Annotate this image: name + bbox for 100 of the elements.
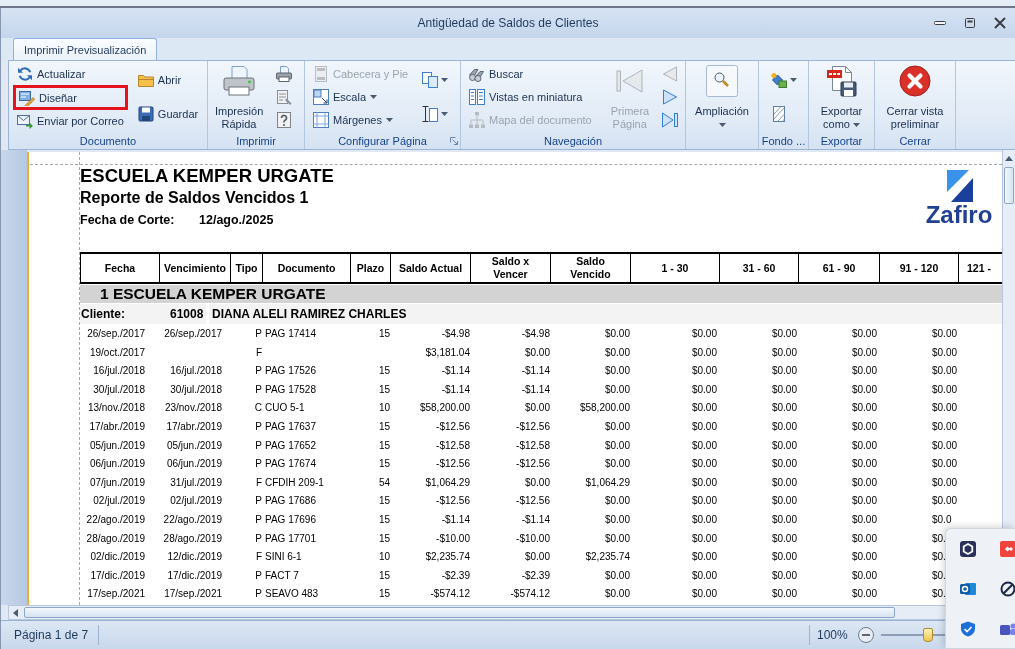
margins-button[interactable]: Márgenes	[309, 109, 413, 131]
diamond-app-icon[interactable]	[1000, 541, 1015, 557]
table-cell-text: 15	[377, 568, 391, 583]
table-cell-text: FACT 7	[264, 568, 300, 583]
table-cell-text: $0.00	[931, 475, 959, 490]
table-cell-text: $0.00	[850, 550, 878, 565]
table-cell-text: 02/jul./2019	[169, 494, 223, 509]
table-cell-text: $0.00	[931, 438, 959, 453]
thumbnails-button[interactable]: Vistas en miniatura	[465, 86, 596, 108]
table-cell-text: $0.00	[523, 401, 551, 416]
chat-app-icon[interactable]	[1000, 621, 1015, 637]
table-cell-text: -$1.14	[440, 512, 471, 527]
table-cell-text: P	[254, 438, 263, 453]
restore-icon	[965, 18, 975, 28]
table-cell-text: SEAVO 483	[264, 587, 320, 602]
report-title: Reporte de Saldos Vencidos 1	[80, 188, 310, 207]
page-wrench-icon	[276, 89, 292, 105]
quick-print-button[interactable]: Impresión Rápida	[212, 63, 266, 131]
table-cell-text: $0.00	[690, 345, 718, 360]
table-cell-text: $0.00	[690, 568, 718, 583]
client-number: 61008	[170, 307, 203, 321]
close-preview-button[interactable]: Cerrar vista preliminar	[882, 63, 948, 131]
table-cell-text: 19/oct./2017	[88, 345, 146, 360]
table-cell-text: $0.00	[770, 568, 798, 583]
hexagon-app-icon[interactable]	[960, 541, 976, 557]
table-cell-text: 22/ago./2019	[85, 512, 146, 527]
table-cell-text: P	[254, 568, 263, 583]
table-cell-text: $0.00	[523, 475, 551, 490]
table-cell-text: 17/dic./2019	[166, 568, 223, 583]
table-cell-text: 10	[377, 401, 391, 416]
table-cell-text: $0.00	[770, 419, 798, 434]
refresh-button[interactable]: Actualizar	[13, 63, 128, 85]
client-name: DIANA ALELI RAMIREZ CHARLES	[206, 304, 407, 324]
zoom-button[interactable]: Ampliación	[691, 63, 753, 131]
table-cell-text: 26/sep./2017	[163, 327, 223, 341]
table-cell-text: $0.00	[931, 327, 959, 341]
mail-app-icon[interactable]	[960, 581, 976, 597]
design-button[interactable]: Diseñar	[13, 85, 128, 110]
table-cell-text: $0.00	[850, 457, 878, 472]
left-arrow-icon[interactable]	[13, 608, 18, 617]
zoom-out-icon[interactable]	[857, 627, 874, 643]
table-cell-text: $0.00	[690, 512, 718, 527]
table-cell-text: $0.00	[850, 512, 878, 527]
table-cell-text: 15	[377, 419, 391, 434]
table-cell-text: CFDIH 209-1	[264, 475, 325, 490]
scale-button[interactable]: Escala	[309, 86, 413, 108]
client-label: Cliente:	[80, 307, 126, 321]
table-cell-text: PAG 17528	[264, 382, 317, 397]
launcher-icon[interactable]	[450, 136, 458, 145]
page-size-icon	[422, 105, 439, 122]
up-arrow-icon[interactable]	[1005, 156, 1013, 161]
table-cell-text: CUO 5-1	[264, 401, 306, 416]
table-cell-text: $0.0	[931, 512, 953, 527]
table-cell-text: $0.00	[523, 550, 551, 565]
table-cell-text: $0.00	[931, 345, 959, 360]
table-cell-text: 30/jul./2018	[92, 382, 146, 397]
table-cell-text: $0.00	[690, 531, 718, 546]
table-cell-text: $1,064.29	[424, 475, 471, 490]
table-cell-text: 15	[377, 438, 391, 453]
table-cell-text: $0.00	[603, 512, 631, 527]
open-button[interactable]: Abrir	[133, 68, 203, 91]
table-cell-text: $0.00	[603, 587, 631, 602]
table-cell-text: -$1.14	[520, 382, 551, 397]
table-cell-text: PAG 17637	[264, 419, 317, 434]
table-cell-text: $0.00	[603, 438, 631, 453]
table-cell-text: $0.00	[850, 419, 878, 434]
find-button[interactable]: Buscar	[465, 63, 596, 85]
group-header: 1 ESCUELA KEMPER URGATE	[80, 285, 1002, 303]
send-email-button[interactable]: Enviar por Correo	[13, 110, 128, 132]
table-cell-text: $2,235.74	[584, 550, 631, 565]
scrollbar-thumb[interactable]	[24, 607, 895, 618]
pages-icon	[422, 71, 439, 88]
save-button[interactable]: Guardar	[133, 102, 203, 125]
table-cell-text: $0.00	[690, 550, 718, 565]
table-cell-text: P	[254, 327, 263, 341]
scrollbar-thumb[interactable]	[1004, 167, 1014, 204]
group-label: Navegación	[542, 134, 604, 147]
slider-thumb[interactable]	[922, 628, 933, 642]
table-cell-text: PAG 17696	[264, 512, 317, 527]
table-cell-text: $0.	[931, 531, 947, 546]
table-cell-text: -$1.14	[520, 364, 551, 379]
export-button[interactable]: Exportar como	[811, 63, 872, 131]
table-cell-text: 12/dic./2019	[166, 550, 223, 565]
table-cell-text: 15	[377, 494, 391, 509]
table-cell-text: $0.00	[931, 364, 959, 379]
envelope-icon	[17, 113, 33, 130]
column-header: Documento	[263, 254, 351, 282]
table-cell-text: $0.00	[931, 457, 959, 472]
table-cell-text: P	[254, 457, 263, 472]
slashed-circle-icon[interactable]	[1000, 581, 1015, 597]
table-cell-text: 15	[377, 587, 391, 602]
table-cell-text: P	[254, 531, 263, 546]
printer-icon	[223, 65, 255, 97]
group-label: Configurar Página	[337, 134, 428, 147]
ribbon-tab[interactable]: Imprimir Previsualización	[13, 38, 158, 60]
table-cell-text: PAG 17674	[264, 457, 317, 472]
table-cell-text: 06/jun./2019	[165, 457, 223, 472]
table-cell-text: -$2.39	[440, 568, 471, 583]
table-cell-text: $0.00	[850, 382, 878, 397]
shield-icon[interactable]	[960, 621, 976, 637]
